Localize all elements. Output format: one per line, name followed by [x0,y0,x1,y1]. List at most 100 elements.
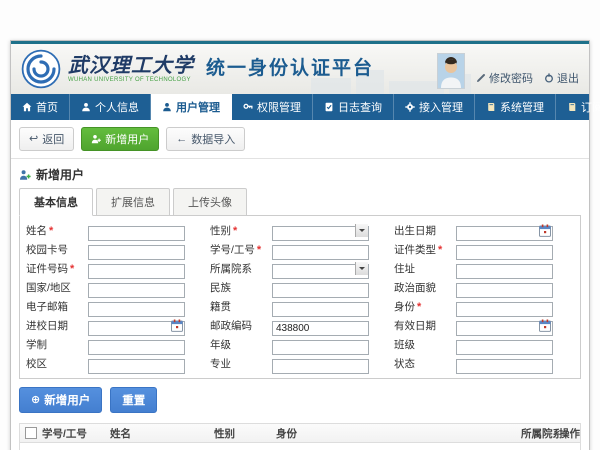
field-label: 班级 [394,337,415,352]
field-label: 证件号码 [26,261,68,276]
pencil-icon [476,73,486,83]
form-field: 所属院系 * [210,261,390,276]
form-tab[interactable]: 基本信息 [19,188,93,216]
nav-tab[interactable]: 系统管理 [475,94,556,120]
field-input[interactable] [272,302,369,317]
field-label: 民族 [210,280,231,295]
form-field: 学号/工号 * [210,242,390,257]
select-all-checkbox[interactable] [25,427,37,439]
nav-tab-label: 个人信息 [95,99,139,115]
users-table: 学号/工号 姓名 性别 身份 所属院系 [19,423,581,450]
form-field: 姓名 * [26,223,206,238]
field-label: 姓名 [26,223,47,238]
form-field: 证件号码 * [26,261,206,276]
form-field: 状态 * [394,356,574,371]
form-field: 学制 * [26,337,206,352]
field-label: 性别 [210,223,231,238]
form-field: 校区 * [26,356,206,371]
nav-tab[interactable]: 订阅管理 [556,94,600,120]
field-label: 出生日期 [394,223,436,238]
field-label: 所属院系 [210,261,252,276]
field-input[interactable] [456,283,553,298]
form-field: 住址 * [394,261,574,276]
form-field: 进校日期 * [26,318,206,333]
field-input[interactable] [88,264,185,279]
nav-tab-label: 订阅管理 [581,99,600,115]
required-marker: * [70,263,74,275]
form-field: 班级 * [394,337,574,352]
dropdown-arrow-icon[interactable] [355,262,368,275]
reset-button[interactable]: 重置 [110,387,157,413]
nav-tab-label: 系统管理 [500,99,544,115]
field-input[interactable] [88,226,185,241]
form-field: 国家/地区 * [26,280,206,295]
auth-platform-page: 武汉理工大学 WUHAN UNIVERSITY OF TECHNOLOGY 统一… [10,40,590,450]
add-user-toolbar-button[interactable]: 新增用户 [81,127,159,151]
form-tab[interactable]: 上传头像 [173,188,247,216]
nav-tab-label: 接入管理 [419,99,463,115]
users-table-empty-body [20,443,580,450]
field-label: 学制 [26,337,47,352]
calendar-icon[interactable] [539,224,551,237]
field-label: 进校日期 [26,318,68,333]
field-label: 住址 [394,261,415,276]
field-label: 年级 [210,337,231,352]
field-input[interactable] [88,302,185,317]
plus-circle-icon: ⊕ [31,395,40,406]
field-input[interactable] [88,340,185,355]
field-input[interactable] [272,283,369,298]
field-input[interactable] [456,302,553,317]
field-input[interactable] [88,283,185,298]
field-input[interactable] [272,359,369,374]
home-icon [22,102,32,112]
field-label: 有效日期 [394,318,436,333]
table-column-header: 所属院系 [521,426,559,441]
form-field: 邮政编码 * [210,318,390,333]
table-column-header: 操作 [559,426,580,441]
nav-tab[interactable]: 权限管理 [232,94,313,120]
book-icon [486,102,496,112]
return-arrow-icon: ↩ [29,134,38,145]
dropdown-arrow-icon[interactable] [355,224,368,237]
nav-tab[interactable]: 个人信息 [70,94,151,120]
form-tab[interactable]: 扩展信息 [96,188,170,216]
field-input[interactable] [456,359,553,374]
nav-tab[interactable]: 接入管理 [394,94,475,120]
add-user-icon [91,134,101,144]
key-icon [243,102,253,112]
field-input[interactable] [88,359,185,374]
nav-tab[interactable]: 日志查询 [313,94,394,120]
field-input[interactable] [456,245,553,260]
form-actions: ⊕ 新增用户 重置 [11,379,589,419]
data-import-button[interactable]: ← 数据导入 [166,127,245,151]
field-label: 邮政编码 [210,318,252,333]
form-field: 籍贯 * [210,299,390,314]
nav-tab-label: 日志查询 [338,99,382,115]
user-icon [81,102,91,112]
field-input[interactable] [272,321,369,336]
field-input[interactable] [272,245,369,260]
logout-link[interactable]: 退出 [544,70,579,86]
field-label: 电子邮箱 [26,299,68,314]
user-icon [162,102,172,112]
form-field: 身份 * [394,299,574,314]
form-field: 证件类型 * [394,242,574,257]
calendar-icon[interactable] [539,319,551,332]
change-password-link[interactable]: 修改密码 [476,70,533,86]
form-field: 专业 * [210,356,390,371]
table-column-header: 姓名 [110,426,214,441]
field-input[interactable] [88,245,185,260]
nav-tab[interactable]: 用户管理 [151,94,232,120]
submit-add-user-button[interactable]: ⊕ 新增用户 [19,387,102,413]
nav-tab-label: 用户管理 [176,99,220,115]
calendar-icon[interactable] [171,319,183,332]
back-button[interactable]: ↩ 返回 [19,127,74,151]
field-input[interactable] [272,340,369,355]
field-input[interactable] [456,264,553,279]
user-avatar[interactable] [437,53,465,89]
nav-tab[interactable]: 首页 [11,94,70,120]
required-marker: * [49,225,53,237]
gear-icon [405,102,415,112]
main-nav: 首页 个人信息 用户管理 权限管理 [11,94,589,120]
field-input[interactable] [456,340,553,355]
